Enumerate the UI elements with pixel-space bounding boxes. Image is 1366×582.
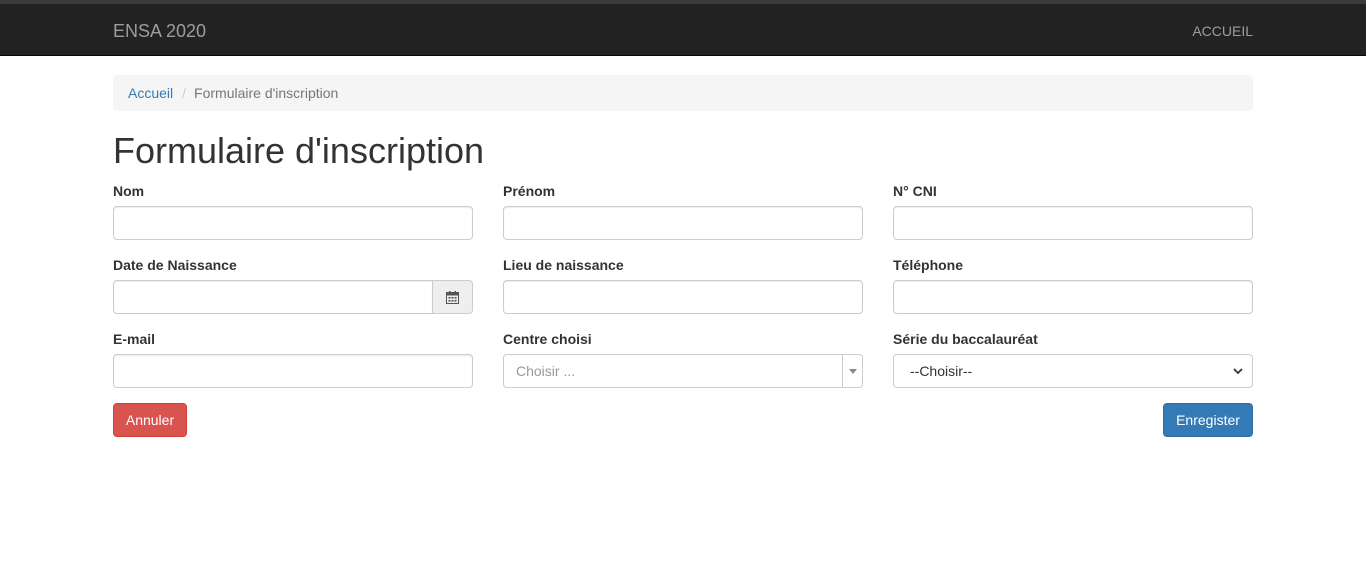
field-lieu-naissance: Lieu de naissance [503,255,863,314]
nom-input[interactable] [113,206,473,240]
serie-bac-selected: --Choisir-- [910,363,973,379]
breadcrumb-current: Formulaire d'inscription [194,85,339,101]
centre-label: Centre choisi [503,331,592,347]
serie-bac-label: Série du baccalauréat [893,331,1038,347]
save-button[interactable]: Enregister [1163,403,1253,437]
navbar: ENSA 2020 ACCUEIL [0,0,1366,56]
email-label: E-mail [113,331,156,347]
field-prenom: Prénom [503,181,863,240]
telephone-label: Téléphone [893,257,964,273]
field-serie-bac: Série du baccalauréat --Choisir-- [893,329,1253,388]
date-naissance-label: Date de Naissance [113,257,237,273]
serie-bac-select[interactable]: --Choisir-- [893,354,1253,388]
centre-select-arrow[interactable] [842,355,862,387]
cancel-button[interactable]: Annuler [113,403,187,437]
field-nom: Nom [113,181,473,240]
breadcrumb-home-link[interactable]: Accueil [128,85,173,101]
breadcrumb: Accueil / Formulaire d'inscription [113,75,1253,111]
field-email: E-mail [113,329,473,388]
chevron-down-icon [1233,368,1243,375]
breadcrumb-separator: / [182,85,187,101]
nom-label: Nom [113,183,145,199]
telephone-input[interactable] [893,280,1253,314]
centre-select-placeholder: Choisir ... [516,363,576,379]
prenom-input[interactable] [503,206,863,240]
field-telephone: Téléphone [893,255,1253,314]
email-input[interactable] [113,354,473,388]
navbar-brand[interactable]: ENSA 2020 [113,21,206,42]
cni-input[interactable] [893,206,1253,240]
lieu-naissance-input[interactable] [503,280,863,314]
date-naissance-group [113,280,473,314]
date-naissance-input[interactable] [113,280,433,314]
nav-link-accueil[interactable]: ACCUEIL [1192,23,1253,39]
field-cni: N° CNI [893,181,1253,240]
lieu-naissance-label: Lieu de naissance [503,257,624,273]
calendar-icon [446,290,459,304]
centre-select[interactable]: Choisir ... [503,354,863,388]
field-centre: Centre choisi Choisir ... [503,329,863,388]
page-title: Formulaire d'inscription [113,130,485,171]
caret-down-icon [848,368,857,374]
calendar-button[interactable] [433,280,473,314]
prenom-label: Prénom [503,183,556,199]
field-date-naissance: Date de Naissance [113,255,473,314]
cni-label: N° CNI [893,183,937,199]
